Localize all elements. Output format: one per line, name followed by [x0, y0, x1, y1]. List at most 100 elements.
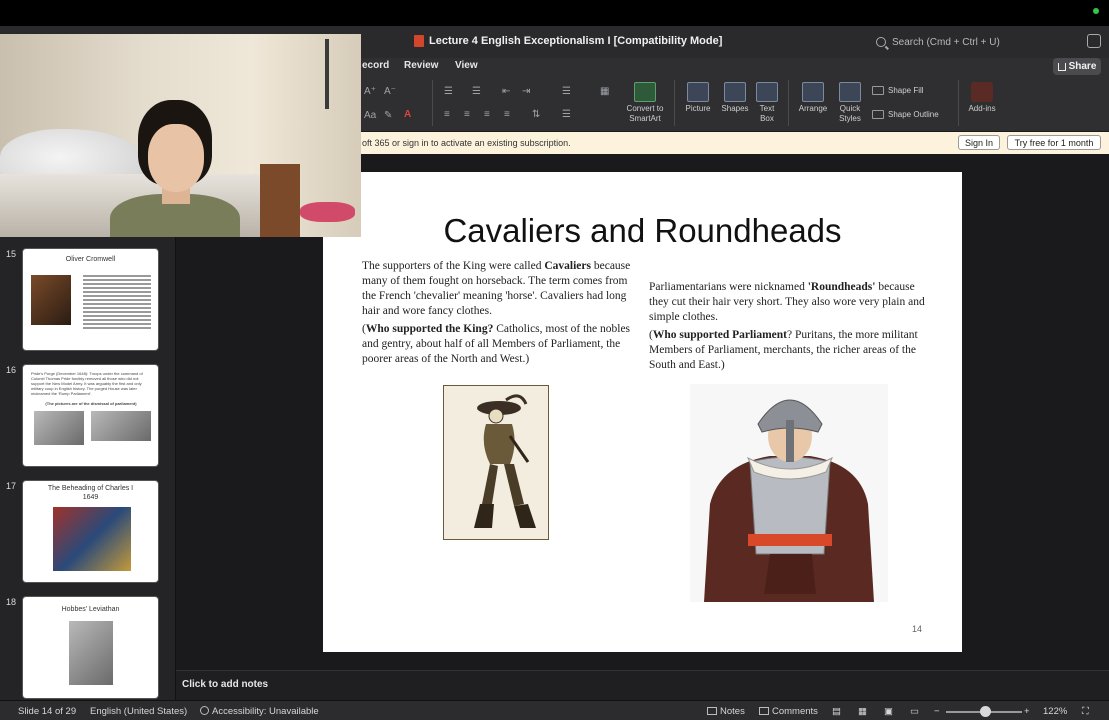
justify-icon[interactable]: ≡ [504, 109, 510, 120]
ribbon-separator [432, 80, 433, 126]
normal-view-icon[interactable]: ▤ [832, 706, 841, 717]
roundhead-illustration[interactable] [690, 384, 888, 602]
parliament-engraving [34, 411, 84, 445]
add-ins-button[interactable]: Add-ins [964, 82, 1000, 114]
thumbnail-number: 18 [6, 597, 17, 607]
align-center-icon[interactable]: ≡ [464, 109, 470, 120]
slide-title[interactable]: Cavaliers and Roundheads [323, 212, 962, 250]
align-right-icon[interactable]: ≡ [484, 109, 490, 120]
roundheads-text-box[interactable]: Parliamentarians were nicknamed 'Roundhe… [649, 280, 927, 376]
king-supporters-paragraph: (Who supported the King? Catholics, most… [362, 323, 631, 365]
share-icon[interactable] [1087, 34, 1101, 48]
picture-button[interactable]: Picture [680, 82, 716, 114]
powerpoint-file-icon [414, 35, 424, 47]
share-icon [1057, 62, 1066, 71]
align-text-icon[interactable]: ☰ [562, 109, 571, 120]
arrange-icon [802, 82, 824, 102]
textbox-button[interactable]: Text Box [754, 82, 780, 124]
notes-pane[interactable]: Click to add notes [176, 670, 1109, 700]
notes-placeholder[interactable]: Click to add notes [182, 679, 268, 690]
comments-icon [759, 707, 769, 715]
try-free-button[interactable]: Try free for 1 month [1007, 135, 1101, 150]
tab-view[interactable]: View [455, 60, 478, 71]
thumbnail-number: 17 [6, 481, 17, 491]
zoom-in-icon[interactable]: + [1024, 706, 1030, 717]
highlight-icon[interactable]: ✎ [384, 110, 392, 121]
decrease-indent-icon[interactable]: ⇤ [502, 86, 510, 97]
thumbnail-title: Oliver Cromwell [65, 256, 116, 263]
status-bar: Slide 14 of 29 English (United States) A… [0, 700, 1109, 720]
slide-thumbnail-18[interactable]: Hobbes' Leviathan [22, 596, 159, 699]
slide-number: 14 [911, 624, 922, 634]
cavaliers-text-box[interactable]: The supporters of the King were called C… [362, 259, 634, 370]
search-input[interactable]: Search (Cmd + Ctrl + U) [870, 31, 1080, 53]
line-spacing-icon[interactable]: ☰ [562, 86, 571, 97]
shape-fill-button[interactable]: Shape Fill [872, 86, 924, 95]
parliament-supporters-paragraph: (Who supported Parliament? Puritans, the… [649, 329, 918, 371]
quick-styles-icon [839, 82, 861, 102]
textbox-icon [756, 82, 778, 102]
current-slide[interactable]: Cavaliers and Roundheads The supporters … [323, 172, 962, 652]
parliament-engraving [91, 411, 151, 441]
ribbon-separator [958, 80, 959, 126]
thumbnail-text: Pride's Purge (December 1648): Troops un… [31, 371, 143, 396]
shape-outline-button[interactable]: Shape Outline [872, 110, 939, 119]
zoom-out-icon[interactable]: − [934, 706, 940, 717]
zoom-level[interactable]: 122% [1043, 706, 1067, 717]
language-indicator[interactable]: English (United States) [90, 706, 187, 717]
slideshow-icon[interactable]: ▭ [910, 706, 919, 717]
webcam-red-cloth [300, 202, 355, 222]
text-direction-icon[interactable]: ⇅ [532, 109, 540, 120]
notes-icon [707, 707, 717, 715]
thumbnail-number: 15 [6, 249, 17, 259]
bullets-icon[interactable]: ☰ [444, 86, 453, 97]
increase-indent-icon[interactable]: ⇥ [522, 86, 530, 97]
tab-record[interactable]: ecord [362, 60, 389, 71]
font-color-icon[interactable]: A [404, 109, 411, 120]
screen-top-bar [0, 0, 1109, 26]
align-left-icon[interactable]: ≡ [444, 109, 450, 120]
cavalier-illustration[interactable] [443, 385, 549, 540]
quick-styles-button[interactable]: Quick Styles [834, 82, 866, 124]
paint-bucket-icon [872, 86, 884, 95]
reading-view-icon[interactable]: ▣ [884, 706, 893, 717]
slide-sorter-icon[interactable]: ▦ [858, 706, 867, 717]
fit-to-window-icon[interactable]: ⛶ [1082, 706, 1089, 717]
cavalier-drawing [474, 394, 536, 528]
thumbnail-title: Hobbes' Leviathan [61, 606, 120, 613]
columns-icon[interactable]: ▦ [600, 86, 609, 97]
webcam-person-face [148, 124, 204, 192]
tab-review[interactable]: Review [404, 60, 438, 71]
accessibility-status[interactable]: Accessibility: Unavailable [200, 706, 319, 717]
arrange-button[interactable]: Arrange [794, 82, 832, 114]
shapes-icon [724, 82, 746, 102]
slide-thumbnail-15[interactable]: Oliver Cromwell [22, 248, 159, 351]
sign-in-button[interactable]: Sign In [958, 135, 1000, 150]
beheading-painting [53, 507, 131, 571]
convert-smartart-button[interactable]: Convert to SmartArt [622, 82, 668, 124]
thumbnail-caption: (The pictures are of the dismissal of pa… [45, 401, 137, 406]
slide-counter: Slide 14 of 29 [18, 706, 77, 717]
comments-button[interactable]: Comments [759, 706, 818, 717]
zoom-slider-handle[interactable] [980, 706, 991, 717]
webcam-video-overlay [0, 34, 361, 237]
accessibility-icon [200, 706, 209, 715]
thumbnail-title: The Beheading of Charles I [47, 485, 134, 492]
change-case-icon[interactable]: Aa [364, 110, 376, 121]
add-ins-icon [971, 82, 993, 102]
shapes-button[interactable]: Shapes [718, 82, 752, 114]
camera-indicator-icon [1093, 8, 1099, 14]
cavaliers-paragraph: The supporters of the King were called C… [362, 260, 631, 317]
webcam-background-object [325, 39, 329, 109]
font-size-increase-icon[interactable]: A⁺ [364, 86, 376, 97]
cromwell-portrait [31, 275, 71, 325]
slide-thumbnail-17[interactable]: The Beheading of Charles I 1649 [22, 480, 159, 583]
slide-thumbnail-16[interactable]: Pride's Purge (December 1648): Troops un… [22, 364, 159, 467]
notes-button[interactable]: Notes [707, 706, 745, 717]
pen-outline-icon [872, 110, 884, 119]
leviathan-frontispiece [69, 621, 113, 685]
webcam-furniture [260, 164, 300, 237]
share-button[interactable]: Share [1053, 58, 1101, 75]
font-size-decrease-icon[interactable]: A⁻ [384, 86, 396, 97]
numbering-icon[interactable]: ☰ [472, 86, 481, 97]
